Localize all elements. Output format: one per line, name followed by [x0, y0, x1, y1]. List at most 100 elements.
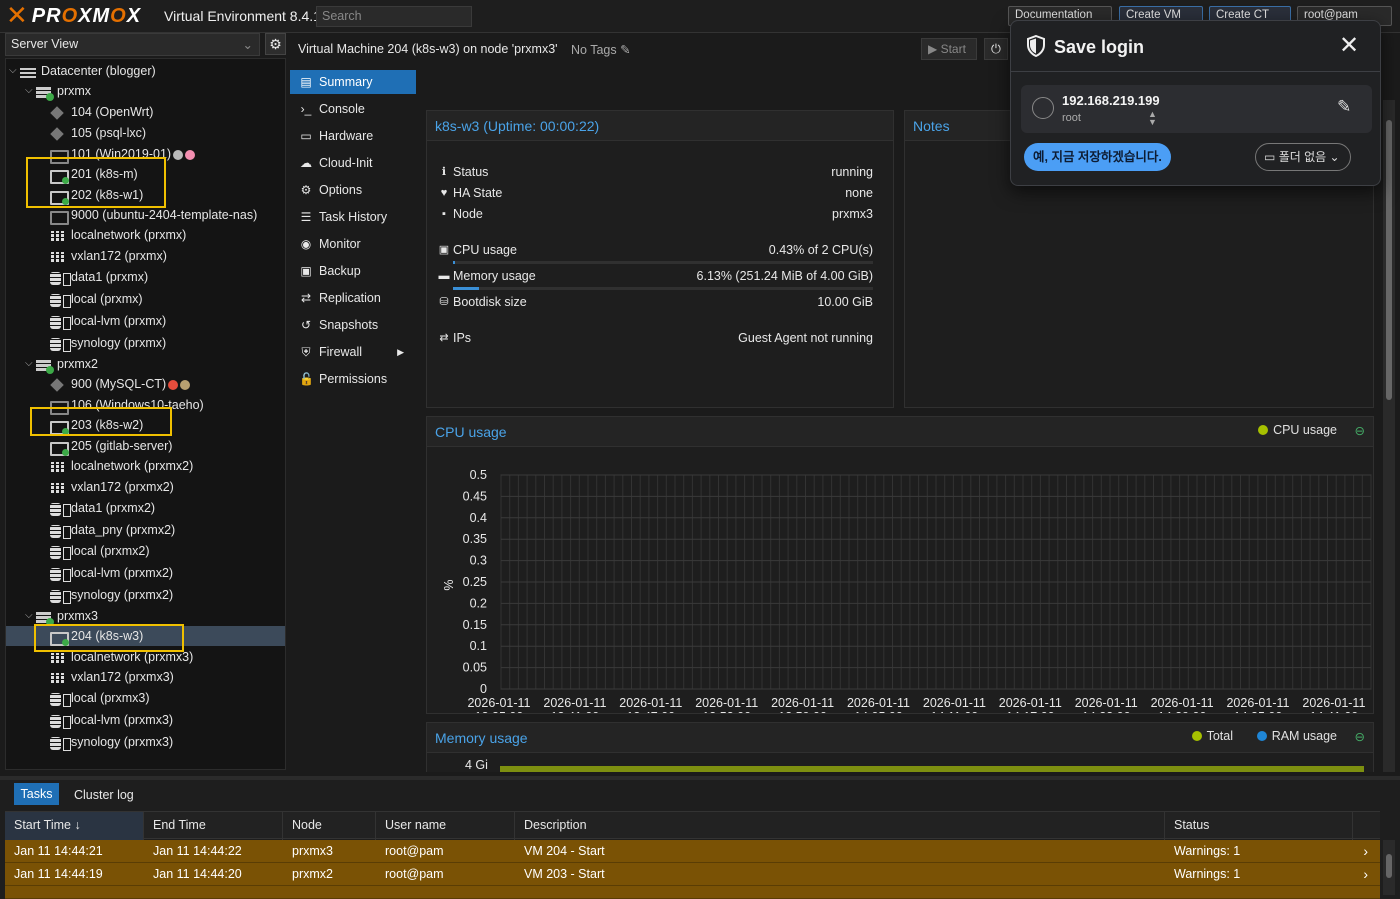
expand-toggle-icon[interactable]: ⌵: [25, 606, 33, 626]
server-view-select[interactable]: Server View ⌄: [5, 33, 260, 56]
menu-item-backup[interactable]: ▣ Backup: [290, 259, 416, 283]
search-input[interactable]: Search: [316, 6, 472, 27]
tree-item[interactable]: ⌵ prxmx3: [6, 606, 285, 626]
task-scrollbar[interactable]: [1383, 840, 1395, 895]
menu-item-monitor[interactable]: ◉ Monitor: [290, 232, 416, 256]
tree-item[interactable]: 900 (MySQL-CT): [6, 374, 285, 394]
menu-item-snapshots[interactable]: ↺ Snapshots: [290, 313, 416, 337]
credential-card[interactable]: 192.168.219.199 root ▲ ▼ ✎: [1021, 85, 1372, 133]
edit-icon[interactable]: ✎: [1337, 97, 1351, 117]
tree-item[interactable]: synology (prxmx): [6, 333, 285, 353]
tree-item[interactable]: local-lvm (prxmx): [6, 311, 285, 331]
chevron-right-icon[interactable]: ›: [1363, 840, 1368, 862]
undo-zoom-icon[interactable]: ⊖: [1355, 423, 1365, 438]
table-row[interactable]: [5, 886, 1380, 899]
tree-item[interactable]: 105 (psql-lxc): [6, 123, 285, 143]
tree-item[interactable]: ⌵ Datacenter (blogger): [6, 61, 285, 81]
tree-item[interactable]: 205 (gitlab-server): [6, 436, 285, 456]
network-icon: [50, 651, 66, 665]
history-icon: ↺: [300, 318, 312, 332]
tree-item[interactable]: data1 (prxmx2): [6, 498, 285, 518]
tree-item[interactable]: ⌵ prxmx: [6, 81, 285, 101]
chevron-right-icon[interactable]: ›: [1363, 863, 1368, 885]
tree-item[interactable]: 9000 (ubuntu-2404-template-nas): [6, 205, 285, 225]
tree-item-label: data1 (prxmx): [71, 270, 149, 284]
tree-item[interactable]: local (prxmx): [6, 289, 285, 309]
memory-legend-ram[interactable]: RAM usage: [1256, 729, 1337, 743]
menu-item-hardware[interactable]: ▭ Hardware: [290, 124, 416, 148]
expand-toggle-icon[interactable]: ⌵: [9, 61, 17, 81]
close-icon[interactable]: ✕: [1339, 33, 1359, 59]
proxmox-logo[interactable]: ✕ PROXMOX: [6, 3, 141, 29]
menu-item-label: Hardware: [319, 129, 374, 143]
tree-item[interactable]: vxlan172 (prxmx3): [6, 667, 285, 687]
expand-toggle-icon[interactable]: ⌵: [25, 354, 33, 374]
folder-select[interactable]: ▭ 폴더 없음 ⌄: [1255, 143, 1351, 171]
table-row[interactable]: Jan 11 14:44:21 Jan 11 14:44:22 prxmx3 root…: [5, 840, 1380, 863]
memory-legend-total[interactable]: Total: [1191, 729, 1233, 743]
power-icon[interactable]: ⏻: [984, 38, 1008, 60]
tree-item[interactable]: local-lvm (prxmx3): [6, 710, 285, 730]
storage-icon: [50, 337, 71, 352]
tree-item[interactable]: vxlan172 (prxmx): [6, 246, 285, 266]
col-user-name[interactable]: User name: [376, 812, 515, 840]
x-tick-label: 2026-01-11: [1302, 696, 1365, 710]
tree-item[interactable]: ⌵ prxmx2: [6, 354, 285, 374]
tree-item[interactable]: vxlan172 (prxmx2): [6, 477, 285, 497]
y-tick-label: 0.5: [470, 468, 487, 482]
eye-icon: ◉: [300, 237, 312, 251]
menu-item-console[interactable]: ›_ Console: [290, 97, 416, 121]
tree-item[interactable]: synology (prxmx2): [6, 585, 285, 605]
storage-icon: [50, 736, 71, 751]
menu-item-task-history[interactable]: ☰ Task History: [290, 205, 416, 229]
col-description[interactable]: Description: [515, 812, 1165, 840]
menu-item-replication[interactable]: ⇄ Replication: [290, 286, 416, 310]
resource-tree: ⌵ Datacenter (blogger) ⌵ prxmx 104 (OpenWrt)…: [5, 58, 286, 770]
save-login-button[interactable]: 예, 지금 저장하겠습니다.: [1024, 143, 1171, 171]
menu-item-options[interactable]: ⚙ Options: [290, 178, 416, 202]
tree-item[interactable]: local (prxmx2): [6, 541, 285, 561]
datacenter-icon: [20, 65, 36, 79]
col-start-time[interactable]: Start Time ↓: [5, 812, 144, 840]
tree-item-label: vxlan172 (prxmx): [71, 249, 167, 263]
undo-zoom-icon[interactable]: ⊖: [1355, 729, 1365, 744]
tree-item[interactable]: 104 (OpenWrt): [6, 102, 285, 122]
expand-toggle-icon[interactable]: ⌵: [25, 81, 33, 101]
task-scrollbar-thumb[interactable]: [1386, 854, 1392, 878]
tab-tasks[interactable]: Tasks: [14, 783, 59, 805]
col-end-time[interactable]: End Time: [144, 812, 283, 840]
cpu-chart: 0.5 0.45 0.4 0.35 0.3 0.25 0.2 0.15 0.1 0.05 0% 202…: [442, 468, 1372, 713]
col-node[interactable]: Node: [283, 812, 376, 840]
tree-item[interactable]: local (prxmx3): [6, 688, 285, 708]
menu-item-cloud-init[interactable]: ☁ Cloud-Init: [290, 151, 416, 175]
menu-item-firewall[interactable]: ⛨ Firewall ▶: [290, 340, 416, 364]
col-start-time-label: Start Time: [14, 818, 71, 832]
tree-item[interactable]: data_pny (prxmx2): [6, 520, 285, 540]
cell-user-name: root@pam: [385, 867, 444, 881]
start-button[interactable]: ▶ Start: [921, 38, 977, 60]
menu-item-summary[interactable]: ▤ Summary: [290, 70, 416, 94]
tree-item[interactable]: localnetwork (prxmx): [6, 225, 285, 245]
tree-item-label: prxmx2: [57, 357, 98, 371]
tree-item[interactable]: data1 (prxmx): [6, 267, 285, 287]
tab-cluster-log[interactable]: Cluster log: [74, 788, 134, 802]
menu-item-permissions[interactable]: 🔓 Permissions: [290, 367, 416, 391]
col-status[interactable]: Status: [1165, 812, 1353, 840]
gear-icon[interactable]: ⚙: [265, 33, 286, 55]
y-tick-label: 0.25: [463, 575, 487, 589]
tree-item-label: 900 (MySQL-CT): [71, 377, 167, 391]
account-select-icon[interactable]: ▲ ▼: [1148, 110, 1157, 127]
tree-item[interactable]: localnetwork (prxmx2): [6, 456, 285, 476]
tree-item[interactable]: synology (prxmx3): [6, 732, 285, 752]
chevron-down-icon: ⌄: [242, 38, 253, 52]
content-scrollbar[interactable]: [1383, 100, 1395, 772]
tags-label[interactable]: No Tags ✎: [571, 42, 631, 57]
table-row[interactable]: Jan 11 14:44:19 Jan 11 14:44:20 prxmx2 root…: [5, 863, 1380, 886]
menu-item-label: Snapshots: [319, 318, 379, 332]
content-scrollbar-thumb[interactable]: [1386, 120, 1392, 400]
y-tick-label: 0.1: [470, 639, 487, 653]
cpu-chart-legend[interactable]: CPU usage: [1258, 423, 1337, 437]
tree-item[interactable]: local-lvm (prxmx2): [6, 563, 285, 583]
cell-end-time: Jan 11 14:44:20: [153, 867, 242, 881]
menu-item-label: Task History: [319, 210, 388, 224]
